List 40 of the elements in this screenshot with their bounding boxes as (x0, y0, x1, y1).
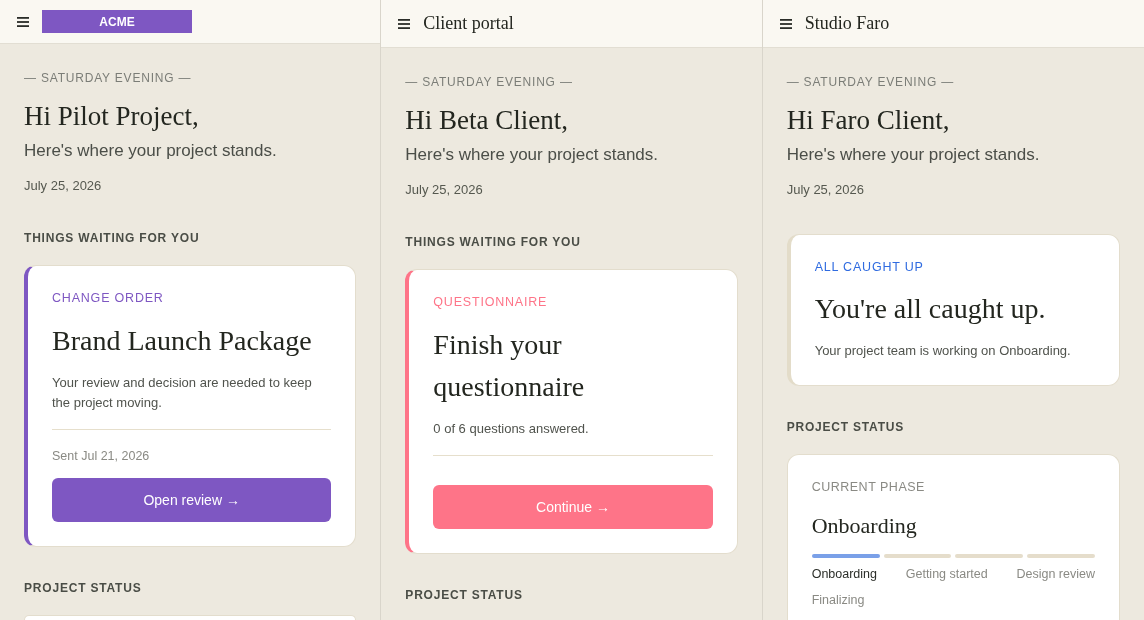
phase-name: Finalizing (811, 592, 865, 608)
greeting-heading: Hi Faro Client, (786, 104, 950, 136)
card-tag: QUESTIONNAIRE (433, 294, 548, 310)
menu-icon[interactable] (779, 18, 792, 29)
card-description: 0 of 6 questions answered. (433, 420, 589, 438)
portal-title: Studio Faro (804, 12, 890, 35)
section-heading: PROJECT STATUS (24, 580, 142, 596)
section-heading: PROJECT STATUS (405, 587, 523, 603)
card-description: Your project team is working on Onboarding. (814, 342, 1071, 360)
phase-title: Onboarding (811, 512, 917, 540)
card-title: Brand Launch Package (52, 324, 312, 358)
card-tag: ALL CAUGHT UP (814, 259, 924, 275)
portal-title: Client portal (423, 12, 514, 35)
section-heading: THINGS WAITING FOR YOU (24, 230, 200, 246)
card-description: Your review and decision are needed to keep the project moving. (52, 374, 313, 412)
date-text: July 25, 2026 (405, 181, 483, 199)
menu-icon[interactable] (17, 16, 29, 27)
date-text: July 25, 2026 (24, 177, 102, 195)
greeting-heading: Hi Pilot Project, (24, 100, 199, 132)
card-title: Finish your questionnaire (433, 328, 586, 404)
card-title: You're all caught up. (814, 292, 1046, 326)
phase-label: CURRENT PHASE (811, 479, 925, 495)
section-heading: THINGS WAITING FOR YOU (405, 234, 581, 250)
subtitle-text: Here's where your project stands. (786, 144, 1040, 166)
date-text: July 25, 2026 (786, 181, 864, 199)
section-heading: PROJECT STATUS (786, 419, 905, 435)
subtitle-text: Here's where your project stands. (405, 144, 659, 166)
phase-name: Onboarding (811, 566, 877, 582)
action-button[interactable]: Open review → (52, 478, 332, 522)
time-of-day-label: — SATURDAY EVENING — (405, 74, 573, 90)
phase-name: Design review (1016, 566, 1095, 582)
menu-icon[interactable] (398, 18, 411, 29)
brand-logo: ACME (42, 10, 192, 33)
phase-name: Getting started (905, 566, 988, 582)
time-of-day-label: — SATURDAY EVENING — (786, 74, 954, 90)
card-tag: CHANGE ORDER (52, 290, 164, 306)
time-of-day-label: — SATURDAY EVENING — (24, 70, 192, 86)
sent-date: Sent Jul 21, 2026 (52, 448, 150, 464)
greeting-heading: Hi Beta Client, (405, 104, 569, 136)
subtitle-text: Here's where your project stands. (24, 140, 277, 162)
